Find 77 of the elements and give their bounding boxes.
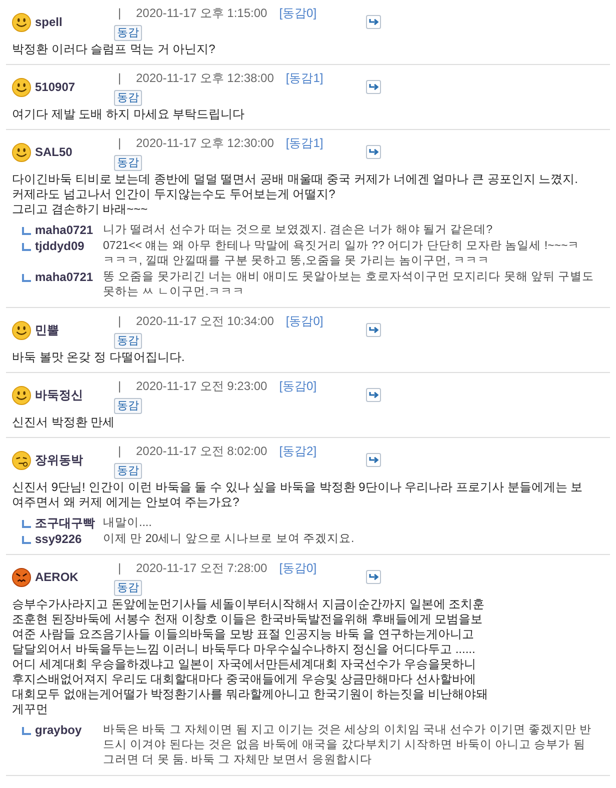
agree-button[interactable]: 동감 bbox=[114, 333, 142, 349]
arrow-icon bbox=[368, 148, 378, 156]
reply-button[interactable] bbox=[366, 388, 381, 402]
comment-text: 다이긴바둑 티비로 보는데 종반에 덜덜 떨면서 공배 매울때 중국 커제가 너에겐 얼마나 큰 공포인지 느꼈지. 커제라도 넘고나서 인간이 두지않는수도 두어보는게 어떨지? 그리고 겸손하기 바래~~~ bbox=[12, 172, 580, 217]
smiley-icon bbox=[12, 78, 31, 96]
reply-nickname: tjddyd09 bbox=[35, 239, 86, 254]
comment-date: 2020-11-17 오전 7:28:00 bbox=[136, 560, 268, 577]
reply-text: 0721<< 얘는 왜 아무 한테나 막말에 욕짓거리 일까 ?? 어디가 단단히 모자란 놈일세 !~~~ㅋ ㅋㅋㅋ, 낄때 안낄때를 구분 못하고 똥,오줌을 못 가리는 놈이구먼, ㅋㅋㅋ bbox=[103, 239, 580, 269]
arrow-icon bbox=[368, 83, 378, 91]
smiley-icon bbox=[12, 12, 31, 32]
reply-text: 내말이.... bbox=[103, 516, 152, 531]
comment-date: 2020-11-17 오전 8:02:00 bbox=[136, 443, 268, 460]
reply-button[interactable] bbox=[366, 570, 381, 584]
comment-text: 신진서 9단님! 인간이 이런 바둑을 둘 수 있나 싶을 바둑을 박정환 9단이나 우리나라 프로기사 분들에게는 보 여주면서 왜 커제 에게는 안보여 주는가요? bbox=[12, 480, 584, 510]
nickname: 장위동박 bbox=[35, 452, 83, 468]
reply-nickname: 조구대구빡 bbox=[35, 516, 96, 531]
reply-icon bbox=[22, 727, 31, 735]
reply-button[interactable] bbox=[366, 145, 381, 159]
agree-count: [동감0] bbox=[279, 378, 317, 395]
smiley-icon bbox=[12, 320, 31, 340]
reply-nickname: ssy9226 bbox=[35, 532, 83, 547]
arrow-icon bbox=[368, 326, 378, 334]
angry-face-icon bbox=[12, 568, 31, 586]
comment-date: 2020-11-17 오전 10:34:00 bbox=[136, 313, 274, 330]
separator: | bbox=[117, 71, 122, 85]
nickname: 510907 bbox=[35, 80, 76, 94]
reply-nickname: maha0721 bbox=[35, 223, 94, 238]
smiley-icon bbox=[12, 386, 31, 404]
separator: | bbox=[117, 6, 122, 20]
nickname: AEROK bbox=[35, 570, 78, 584]
nickname: 민뿔 bbox=[35, 322, 59, 338]
nickname: SAL50 bbox=[35, 145, 72, 159]
arrow-icon bbox=[368, 18, 378, 26]
separator: | bbox=[117, 561, 122, 575]
reply-nickname: grayboy bbox=[35, 723, 83, 738]
comment-date: 2020-11-17 오전 9:23:00 bbox=[136, 378, 268, 395]
nickname: 바둑정신 bbox=[35, 386, 83, 404]
agree-button[interactable]: 동감 bbox=[114, 580, 142, 596]
separator: | bbox=[117, 444, 122, 458]
comment-text: 박정환 이러다 슬럼프 먹는 거 아닌지? bbox=[12, 42, 216, 57]
agree-button[interactable]: 동감 bbox=[114, 463, 142, 479]
sleepy-face-icon bbox=[12, 450, 31, 470]
agree-button[interactable]: 동감 bbox=[114, 90, 142, 106]
agree-count: [동감1] bbox=[286, 135, 324, 152]
reply-button[interactable] bbox=[366, 323, 381, 337]
agree-count: [동감0] bbox=[279, 560, 317, 577]
nickname: spell bbox=[35, 15, 62, 29]
separator: | bbox=[117, 314, 122, 328]
arrow-icon bbox=[368, 573, 378, 581]
reply-button[interactable] bbox=[366, 453, 381, 467]
separator: | bbox=[117, 136, 122, 150]
agree-button[interactable]: 동감 bbox=[114, 398, 142, 414]
comment-text: 바둑 볼맛 온갖 정 다떨어집니다. bbox=[12, 350, 186, 365]
reply-button[interactable] bbox=[366, 15, 381, 29]
comment-text: 승부수가사라지고 돈앞에눈먼기사들 세돌이부터시작해서 지금이순간까지 일본에 조치훈 조훈현 된장바둑에 서봉수 천재 이창호 이들은 한국바둑발전을위해 후배들에게 모범을보 여준 사람들 요즈음기사들 이들의바둑을 모방 표절 인공지능 바둑 을 연구하는게아니고 달달외어서 바둑을두는느낌 이러니 바둑두다 마우수실수나하지 정신을 어디다두고 ...... 어디 세계대회 우승을하겠냐고 일본이 자국에서만든세계대회 자국선수가 우승을못하니 후지스배없어져지 우리도 대회할대마다 중국애들에게 우승및 상금만해마다 선사할바에 대회모두 없애는게어떨가 박정환기사를 뭐라할께아니고 한국기원이 하는짓을 비난해야돼 게꾸먼 bbox=[12, 597, 490, 717]
agree-count: [동감1] bbox=[286, 70, 324, 87]
separator: | bbox=[117, 379, 122, 393]
reply-button[interactable] bbox=[366, 80, 381, 94]
comment-date: 2020-11-17 오후 1:15:00 bbox=[136, 5, 268, 22]
agree-count: [동감0] bbox=[286, 313, 324, 330]
reply-icon bbox=[22, 274, 31, 282]
arrow-icon bbox=[368, 391, 378, 399]
arrow-icon bbox=[368, 456, 378, 464]
agree-count: [동감0] bbox=[279, 5, 317, 22]
comment-date: 2020-11-17 오후 12:30:00 bbox=[136, 135, 274, 152]
comment-text: 여기다 제발 도배 하지 마세요 부탁드립니다 bbox=[12, 107, 246, 122]
comment-date: 2020-11-17 오후 12:38:00 bbox=[136, 70, 274, 87]
agree-button[interactable]: 동감 bbox=[114, 25, 142, 41]
reply-nickname: maha0721 bbox=[35, 270, 94, 285]
reply-text: 똥 오줌을 못가리긴 너는 애비 애미도 못알아보는 호로자석이구먼 모지리다 못해 앞뒤 구별도 못하는 ㅆ ㄴ이구먼.ㅋㅋㅋ bbox=[103, 270, 594, 300]
reply-text: 이제 만 20세니 앞으로 시나브로 보여 주겠지요. bbox=[103, 532, 354, 547]
comment-text: 신진서 박정환 만세 bbox=[12, 415, 116, 430]
agree-button[interactable]: 동감 bbox=[114, 155, 142, 171]
reply-text: 니가 떨려서 선수가 떠는 것으로 보였겠지. 겸손은 너가 해야 될거 같은데? bbox=[103, 223, 493, 238]
agree-count: [동감2] bbox=[279, 443, 317, 460]
smiley-icon bbox=[12, 142, 31, 162]
reply-text: 바둑은 바둑 그 자체이면 됨 지고 이기는 것은 세상의 이치임 국내 선수가 이기면 좋겠지만 반 드시 이겨야 된다는 것은 없음 바둑에 애국을 갔다부치기 시작하면 바둑이 아니고 승부가 됨 그러면 더 못 둠. 바둑 그 자체만 보면서 응원합시다 bbox=[103, 723, 592, 768]
